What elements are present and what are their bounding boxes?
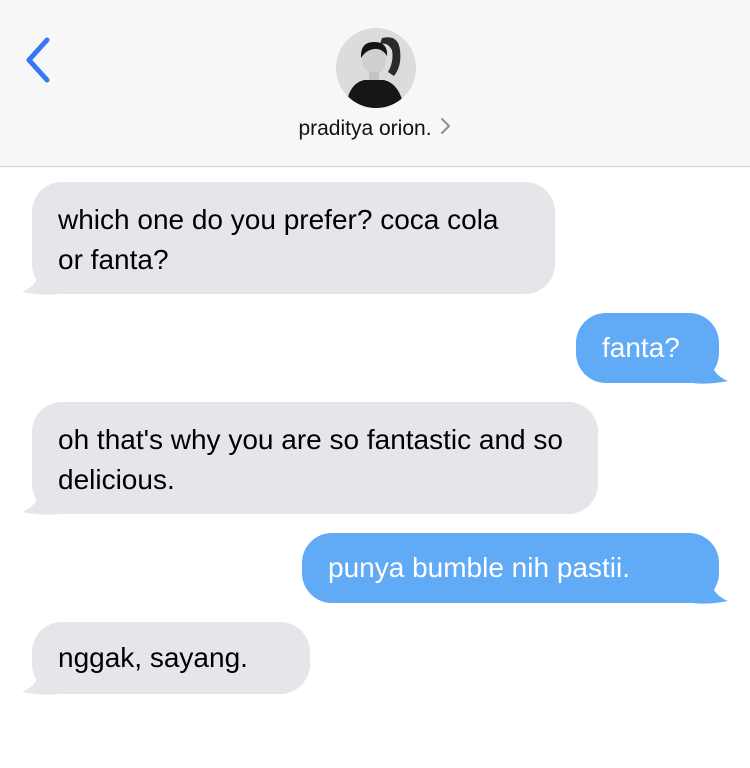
message-text: fanta?: [602, 332, 680, 363]
chevron-left-icon: [26, 37, 50, 83]
message-text: which one do you prefer? coca cola or fa…: [58, 204, 499, 275]
incoming-message-bubble[interactable]: oh that's why you are so fantastic and s…: [32, 402, 598, 514]
back-button[interactable]: [14, 30, 64, 90]
contact-name-button[interactable]: praditya orion.: [0, 116, 750, 142]
outgoing-message-bubble[interactable]: fanta?: [576, 313, 719, 383]
message-text: punya bumble nih pastii.: [328, 552, 630, 583]
message-text: nggak, sayang.: [58, 642, 248, 673]
avatar[interactable]: [336, 28, 416, 108]
chevron-right-icon: [440, 116, 452, 142]
contact-name: praditya orion.: [298, 117, 432, 140]
contact-photo: [336, 28, 416, 108]
incoming-message-bubble[interactable]: nggak, sayang.: [32, 622, 310, 694]
incoming-message-bubble[interactable]: which one do you prefer? coca cola or fa…: [32, 182, 555, 294]
messages-screen: praditya orion. which one do you prefer?…: [0, 0, 750, 768]
conversation-header: praditya orion.: [0, 0, 750, 167]
outgoing-message-bubble[interactable]: punya bumble nih pastii.: [302, 533, 719, 603]
message-text: oh that's why you are so fantastic and s…: [58, 424, 563, 495]
